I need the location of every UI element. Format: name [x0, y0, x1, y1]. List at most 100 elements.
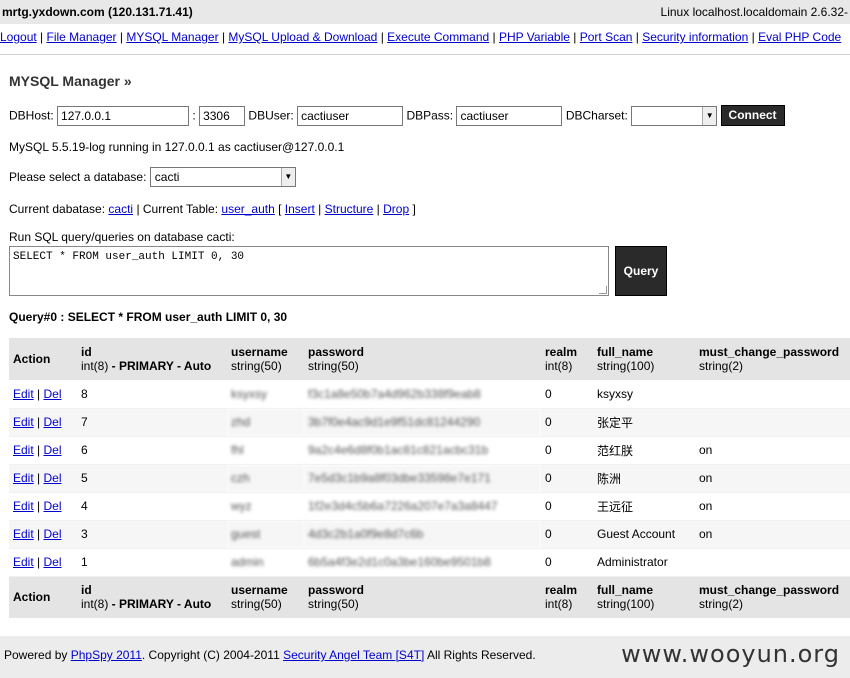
- structure-link[interactable]: Structure: [325, 202, 374, 216]
- cell-password: 1f2e3d4c5b6a7226a207e7a3a8447: [304, 492, 541, 521]
- cell-password: 6b5a4f3e2d1c0a3be160be9501b8: [304, 548, 541, 577]
- resize-grip-icon[interactable]: [599, 286, 607, 294]
- port-separator: :: [192, 108, 196, 123]
- nav-php-variable[interactable]: PHP Variable: [499, 30, 570, 44]
- cell-must-change-password: [695, 380, 850, 409]
- footer-powered: Powered by: [4, 648, 68, 662]
- server-status: MySQL 5.5.19-log running in 127.0.0.1 as…: [9, 140, 345, 154]
- cell-id: 4: [77, 492, 227, 521]
- phpspy-link[interactable]: PhpSpy 2011: [71, 648, 142, 662]
- nav-execute-command[interactable]: Execute Command: [387, 30, 489, 44]
- column-header-id: id int(8) - PRIMARY - Auto: [77, 338, 227, 380]
- edit-link[interactable]: Edit: [13, 415, 34, 429]
- row-actions: Edit | Del: [9, 492, 77, 521]
- top-bar: mrtg.yxdown.com (120.131.71.41) Linux lo…: [0, 0, 850, 24]
- nav-security-information[interactable]: Security information: [642, 30, 748, 44]
- sql-query-textarea[interactable]: SELECT * FROM user_auth LIMIT 0, 30: [9, 246, 609, 296]
- delete-link[interactable]: Del: [44, 443, 62, 457]
- dbhost-input[interactable]: 127.0.0.1: [57, 105, 190, 126]
- chevron-down-icon: ▼: [280, 168, 295, 186]
- column-header-full-name: full_name string(100): [593, 338, 695, 380]
- column-type: string(100): [597, 359, 655, 373]
- column-header-must-change-password: must_change_password string(2): [695, 338, 850, 380]
- table-row: Edit | Del 3 guest 4d3c2b1a0f9e8d7c6b 0 Guest…: [9, 520, 850, 549]
- column-type: int(8) - PRIMARY - Auto: [81, 597, 212, 612]
- database-select-value: cacti: [154, 170, 180, 184]
- dbcharset-label: DBCharset:: [565, 108, 628, 123]
- action-separator: |: [37, 527, 41, 541]
- table-row: Edit | Del 6 fhl 9a2c4e6d8f0b1ac81c821acbc3…: [9, 436, 850, 465]
- cell-id: 7: [77, 408, 227, 437]
- row-actions: Edit | Del: [9, 520, 77, 549]
- cell-realm: 0: [541, 380, 593, 409]
- column-type: int(8): [545, 597, 573, 612]
- delete-link[interactable]: Del: [44, 527, 62, 541]
- nav-logout[interactable]: Logout: [0, 30, 37, 44]
- cell-must-change-password: on: [695, 492, 850, 521]
- nav-mysql-upload[interactable]: MySQL Upload & Download: [228, 30, 377, 44]
- column-name: must_change_password: [699, 583, 840, 598]
- insert-link[interactable]: Insert: [285, 202, 315, 216]
- nav-eval-php-code[interactable]: Eval PHP Code: [758, 30, 841, 44]
- database-select[interactable]: cacti ▼: [149, 167, 296, 187]
- cell-full-name: Guest Account: [593, 520, 695, 549]
- edit-link[interactable]: Edit: [13, 443, 34, 457]
- column-name: id: [81, 345, 92, 359]
- sql-query-text: SELECT * FROM user_auth LIMIT 0, 30: [13, 251, 245, 263]
- page-title: MYSQL Manager »: [9, 73, 132, 89]
- edit-link[interactable]: Edit: [13, 471, 34, 485]
- cell-must-change-password: on: [695, 464, 850, 493]
- nav-port-scan[interactable]: Port Scan: [580, 30, 633, 44]
- delete-link[interactable]: Del: [44, 415, 62, 429]
- cell-full-name: 范红朕: [593, 436, 695, 465]
- column-name: realm: [545, 583, 578, 598]
- table-footer-row: Action id int(8) - PRIMARY - Auto userna…: [9, 576, 850, 618]
- query-button[interactable]: Query: [615, 246, 667, 296]
- query-result-title: Query#0 : SELECT * FROM user_auth LIMIT …: [9, 310, 288, 324]
- action-header: Action: [9, 338, 77, 380]
- dbhost-label: DBHost:: [9, 108, 54, 123]
- connect-button[interactable]: Connect: [720, 105, 785, 126]
- row-actions: Edit | Del: [9, 408, 77, 437]
- dbuser-input[interactable]: cactiuser: [297, 105, 404, 126]
- cell-username: guest: [227, 520, 304, 549]
- edit-link[interactable]: Edit: [13, 527, 34, 541]
- column-type: string(50): [231, 359, 282, 373]
- delete-link[interactable]: Del: [44, 499, 62, 513]
- nav-mysql-manager[interactable]: MYSQL Manager: [126, 30, 218, 44]
- column-header-realm: realm int(8): [541, 576, 593, 618]
- cell-realm: 0: [541, 492, 593, 521]
- cell-username: zhd: [227, 408, 304, 437]
- footer-rights: All Rights Reserved.: [426, 648, 536, 662]
- nav-file-manager[interactable]: File Manager: [47, 30, 117, 44]
- cell-username: wyz: [227, 492, 304, 521]
- action-separator: |: [37, 386, 41, 401]
- cell-must-change-password: on: [695, 520, 850, 549]
- link-separator: |: [376, 202, 380, 216]
- edit-link[interactable]: Edit: [13, 499, 34, 513]
- column-name: realm: [545, 345, 578, 359]
- cell-must-change-password: on: [695, 436, 850, 465]
- cell-full-name: 陈洲: [593, 464, 695, 493]
- column-name: id: [81, 583, 92, 598]
- dbcharset-select[interactable]: ▼: [631, 105, 718, 126]
- current-db-link[interactable]: cacti: [108, 202, 133, 216]
- dbport-input[interactable]: 3306: [199, 105, 246, 126]
- drop-link[interactable]: Drop: [383, 202, 409, 216]
- edit-link[interactable]: Edit: [13, 387, 34, 401]
- cell-id: 3: [77, 520, 227, 549]
- cell-full-name: Administrator: [593, 548, 695, 577]
- cell-realm: 0: [541, 548, 593, 577]
- delete-link[interactable]: Del: [44, 387, 62, 401]
- column-type: int(8): [545, 359, 573, 373]
- delete-link[interactable]: Del: [44, 555, 62, 569]
- dbpass-input[interactable]: cactiuser: [456, 105, 563, 126]
- column-header-full-name: full_name string(100): [593, 576, 695, 618]
- team-link[interactable]: Security Angel Team [S4T]: [283, 648, 424, 662]
- edit-link[interactable]: Edit: [13, 555, 34, 569]
- current-table-link[interactable]: user_auth: [221, 202, 274, 216]
- cell-full-name: ksyxsy: [593, 380, 695, 409]
- watermark: www.wooyun.org: [621, 640, 840, 668]
- delete-link[interactable]: Del: [44, 471, 62, 485]
- column-header-realm: realm int(8): [541, 338, 593, 380]
